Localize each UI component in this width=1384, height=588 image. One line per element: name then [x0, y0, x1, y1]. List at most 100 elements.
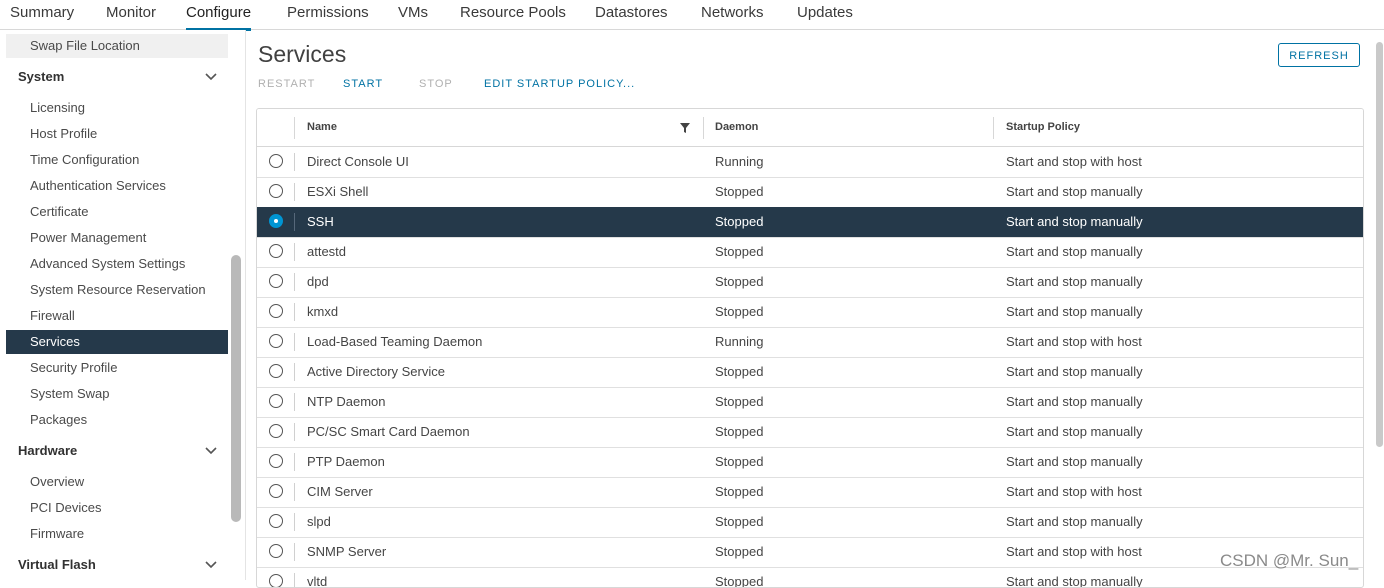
sidebar-item-time-configuration[interactable]: Time Configuration — [6, 148, 228, 172]
table-row[interactable]: Direct Console UI Running Start and stop w… — [257, 147, 1363, 178]
table-row[interactable]: SSH Stopped Start and stop manually — [257, 207, 1363, 238]
row-separator — [294, 153, 295, 171]
edit-startup-policy-button[interactable]: EDIT STARTUP POLICY... — [484, 77, 635, 91]
filter-icon[interactable] — [679, 122, 691, 134]
column-header-name[interactable]: Name — [307, 109, 337, 146]
tab-networks[interactable]: Networks — [701, 3, 764, 28]
tab-summary[interactable]: Summary — [10, 3, 74, 28]
table-row[interactable]: PTP Daemon Stopped Start and stop manually — [257, 447, 1363, 478]
refresh-button[interactable]: REFRESH — [1278, 43, 1360, 67]
row-radio-button[interactable] — [269, 364, 283, 378]
row-radio-button[interactable] — [269, 154, 283, 168]
sidebar-scrollbar-thumb[interactable] — [231, 255, 241, 522]
chevron-down-icon — [205, 73, 217, 81]
table-row[interactable]: slpd Stopped Start and stop manually — [257, 507, 1363, 538]
service-name-cell: PC/SC Smart Card Daemon — [307, 424, 470, 439]
sidebar-item-security-profile[interactable]: Security Profile — [6, 356, 228, 380]
daemon-status-cell: Stopped — [715, 304, 764, 319]
sidebar-item-advanced-system-settings[interactable]: Advanced System Settings — [6, 252, 228, 276]
service-name-cell: slpd — [307, 514, 331, 529]
row-radio-button[interactable] — [269, 244, 283, 258]
column-header-startup-policy[interactable]: Startup Policy — [1006, 109, 1080, 146]
startup-policy-cell: Start and stop manually — [1006, 304, 1143, 319]
table-row[interactable]: kmxd Stopped Start and stop manually — [257, 297, 1363, 328]
table-row[interactable]: SNMP Server Stopped Start and stop with ho… — [257, 537, 1363, 568]
daemon-status-cell: Running — [715, 154, 764, 169]
tab-permissions[interactable]: Permissions — [287, 3, 369, 28]
row-separator — [294, 363, 295, 381]
sidebar-item-system-resource-reservation[interactable]: System Resource Reservation — [6, 278, 228, 302]
row-radio-button[interactable] — [269, 184, 283, 198]
row-radio-button[interactable] — [269, 544, 283, 558]
row-radio-button[interactable] — [269, 574, 283, 587]
row-radio-button[interactable] — [269, 514, 283, 528]
row-radio-button[interactable] — [269, 424, 283, 438]
sidebar-item-licensing[interactable]: Licensing — [6, 96, 228, 120]
row-radio-button[interactable] — [269, 214, 283, 228]
table-row[interactable]: NTP Daemon Stopped Start and stop manually — [257, 387, 1363, 418]
service-name-cell: vltd — [307, 574, 328, 588]
grid-header: Name Daemon Startup Policy — [257, 109, 1363, 147]
tab-configure[interactable]: Configure — [186, 3, 252, 31]
column-separator[interactable] — [294, 117, 295, 139]
row-separator — [294, 303, 295, 321]
service-name-cell: dpd — [307, 274, 329, 289]
top-tab-bar: Summary Monitor Configure Permissions VM… — [0, 0, 1384, 31]
sidebar-item-authentication-services[interactable]: Authentication Services — [6, 174, 228, 198]
table-row[interactable]: attestd Stopped Start and stop manually — [257, 237, 1363, 268]
sidebar-item-packages[interactable]: Packages — [6, 408, 228, 432]
start-button[interactable]: START — [343, 77, 383, 91]
daemon-status-cell: Stopped — [715, 574, 764, 588]
page-title: Services — [258, 41, 347, 67]
sidebar-group-system[interactable]: System — [6, 64, 228, 90]
startup-policy-cell: Start and stop with host — [1006, 544, 1142, 559]
table-row[interactable]: CIM Server Stopped Start and stop with hos… — [257, 477, 1363, 508]
service-name-cell: Active Directory Service — [307, 364, 445, 379]
column-header-daemon[interactable]: Daemon — [715, 109, 758, 146]
sidebar-item-system-swap[interactable]: System Swap — [6, 382, 228, 406]
table-row[interactable]: ESXi Shell Stopped Start and stop manually — [257, 177, 1363, 208]
row-radio-button[interactable] — [269, 484, 283, 498]
row-separator — [294, 213, 295, 231]
row-separator — [294, 453, 295, 471]
row-radio-button[interactable] — [269, 304, 283, 318]
sidebar-item-services[interactable]: Services — [6, 330, 228, 354]
service-name-cell: kmxd — [307, 304, 339, 319]
row-separator — [294, 333, 295, 351]
restart-button[interactable]: RESTART — [258, 77, 315, 91]
sidebar-group-hardware[interactable]: Hardware — [6, 438, 228, 464]
sidebar-item-host-profile[interactable]: Host Profile — [6, 122, 228, 146]
sidebar-item-pci-devices[interactable]: PCI Devices — [6, 496, 228, 520]
sidebar-item-power-management[interactable]: Power Management — [6, 226, 228, 250]
sidebar-item-firewall[interactable]: Firewall — [6, 304, 228, 328]
tab-resource-pools[interactable]: Resource Pools — [460, 3, 566, 28]
row-separator — [294, 273, 295, 291]
table-row[interactable]: Load-Based Teaming Daemon Running Start an… — [257, 327, 1363, 358]
tab-updates[interactable]: Updates — [797, 3, 853, 28]
table-row[interactable]: Active Directory Service Stopped Start and… — [257, 357, 1363, 388]
tab-datastores[interactable]: Datastores — [595, 3, 668, 28]
table-row[interactable]: dpd Stopped Start and stop manually — [257, 267, 1363, 298]
sidebar-group-label: Hardware — [18, 443, 78, 458]
sidebar-item-firmware[interactable]: Firmware — [6, 522, 228, 546]
tab-monitor[interactable]: Monitor — [106, 3, 156, 28]
startup-policy-cell: Start and stop manually — [1006, 394, 1143, 409]
stop-button[interactable]: STOP — [419, 77, 453, 91]
row-radio-button[interactable] — [269, 394, 283, 408]
daemon-status-cell: Stopped — [715, 184, 764, 199]
sidebar-item-certificate[interactable]: Certificate — [6, 200, 228, 224]
table-row[interactable]: PC/SC Smart Card Daemon Stopped Start and … — [257, 417, 1363, 448]
column-separator[interactable] — [703, 117, 704, 139]
table-row[interactable]: vltd Stopped Start and stop manually — [257, 567, 1363, 588]
sidebar-item-swap-file-location[interactable]: Swap File Location — [6, 34, 228, 58]
row-radio-button[interactable] — [269, 334, 283, 348]
sidebar-item-overview[interactable]: Overview — [6, 470, 228, 494]
tab-vms[interactable]: VMs — [398, 3, 428, 28]
column-separator[interactable] — [993, 117, 994, 139]
main-scrollbar-thumb[interactable] — [1376, 42, 1383, 447]
row-radio-button[interactable] — [269, 274, 283, 288]
startup-policy-cell: Start and stop with host — [1006, 484, 1142, 499]
startup-policy-cell: Start and stop manually — [1006, 364, 1143, 379]
row-radio-button[interactable] — [269, 454, 283, 468]
sidebar-group-virtual-flash[interactable]: Virtual Flash — [6, 552, 228, 578]
